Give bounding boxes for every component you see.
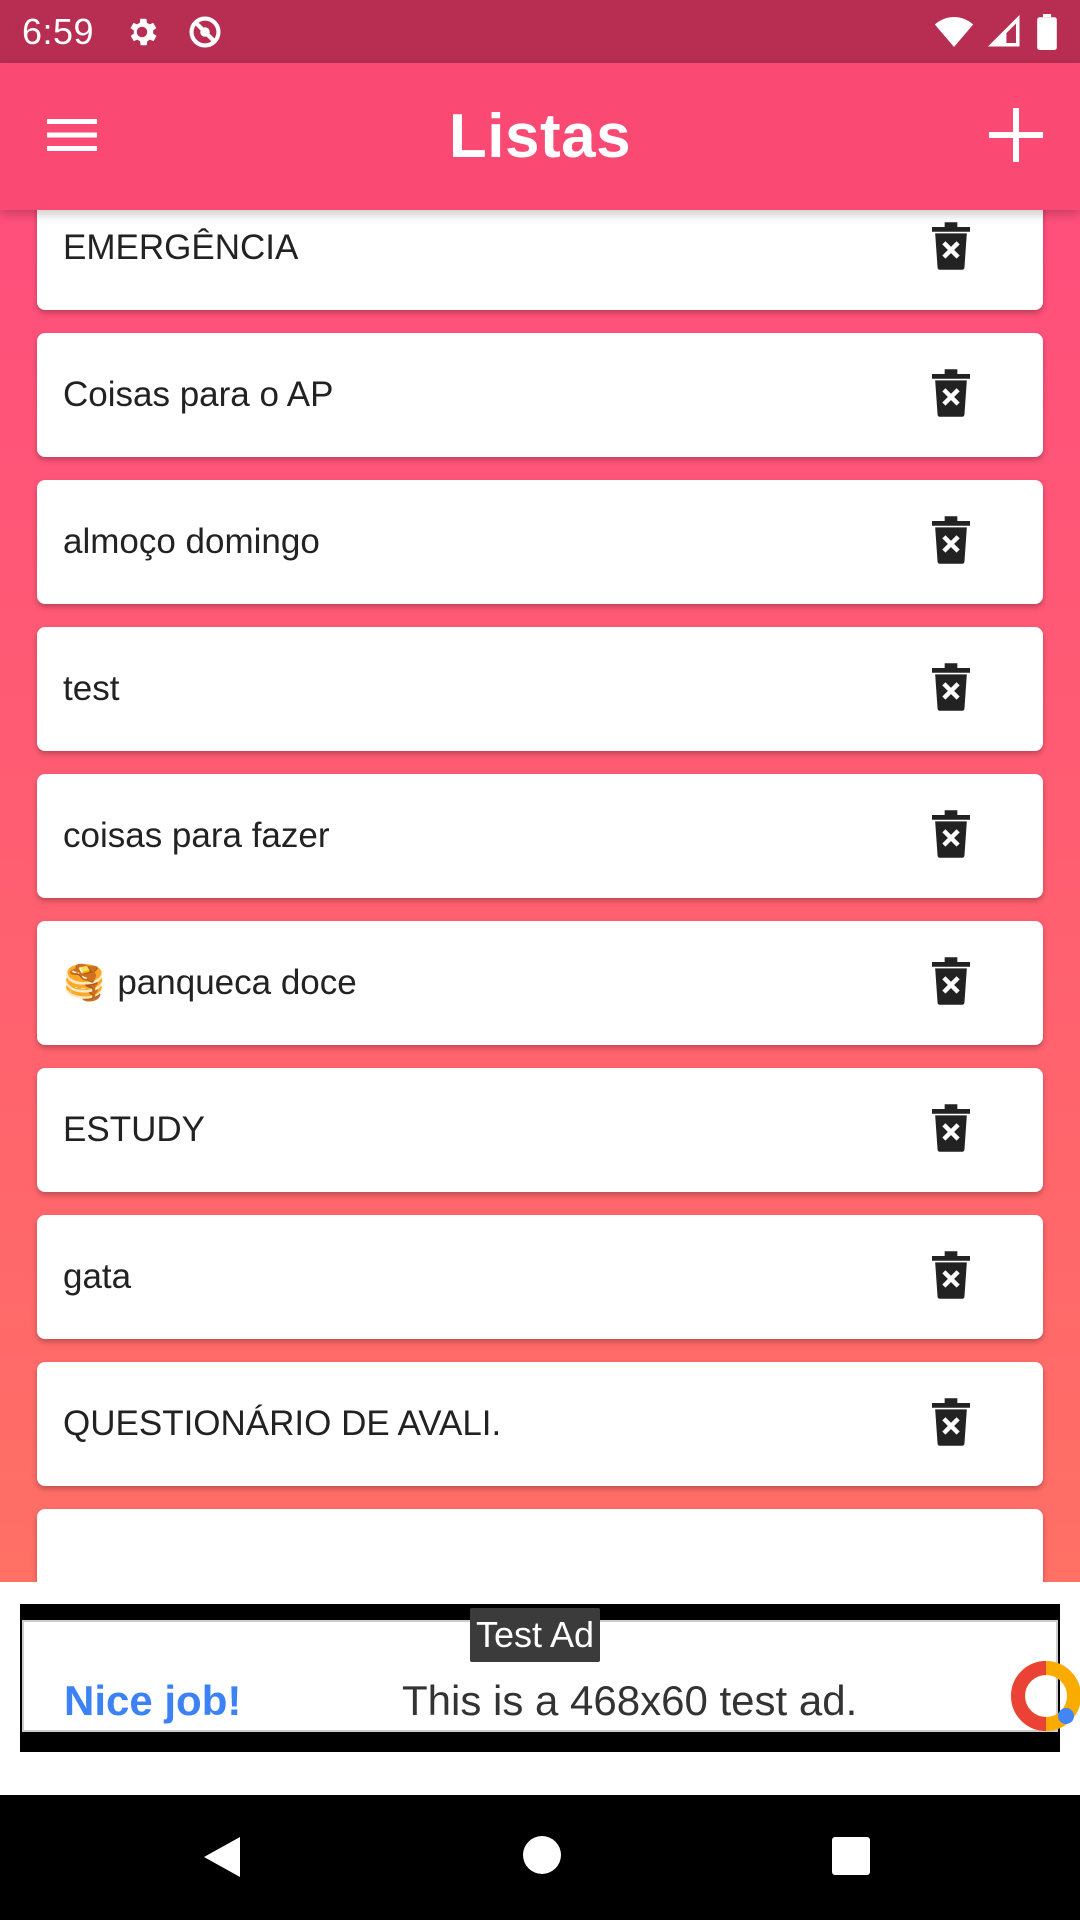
lists: EMERGÊNCIA Coisas para o AP almoço domin… xyxy=(37,210,1043,1582)
delete-icon xyxy=(932,662,970,716)
add-list-button[interactable] xyxy=(978,99,1054,175)
menu-button[interactable] xyxy=(36,101,108,173)
signal-icon xyxy=(988,14,1022,49)
delete-list-button[interactable] xyxy=(919,657,983,721)
pancake-emoji: 🥞 xyxy=(63,964,106,1002)
delete-list-button[interactable] xyxy=(919,216,983,280)
delete-icon xyxy=(932,1103,970,1157)
battery-icon xyxy=(1036,13,1058,50)
list-item[interactable]: Coisas para o AP xyxy=(37,333,1043,457)
page-title: Listas xyxy=(448,102,632,171)
list-item-label: panqueca doce xyxy=(117,963,357,1002)
delete-icon xyxy=(932,1397,970,1451)
hamburger-menu-icon xyxy=(47,117,97,158)
status-time: 6:59 xyxy=(22,10,95,52)
app-bar: Listas xyxy=(0,63,1080,210)
delete-icon xyxy=(932,221,970,275)
data-saver-icon xyxy=(186,13,224,51)
delete-list-button[interactable] xyxy=(919,804,983,868)
ad-logo-icon xyxy=(1006,1656,1080,1736)
delete-icon xyxy=(932,1250,970,1304)
list-item[interactable]: test xyxy=(37,627,1043,751)
list-item-label: EMERGÊNCIA xyxy=(63,228,299,267)
list-item-label: coisas para fazer xyxy=(63,816,330,855)
delete-icon xyxy=(932,809,970,863)
list-item[interactable]: EMERGÊNCIA xyxy=(37,210,1043,310)
list-item[interactable]: gata xyxy=(37,1215,1043,1339)
delete-list-button[interactable] xyxy=(919,1392,983,1456)
delete-icon xyxy=(932,956,970,1010)
lists-container: EMERGÊNCIA Coisas para o AP almoço domin… xyxy=(0,210,1080,1582)
list-item[interactable]: ESTUDY xyxy=(37,1068,1043,1192)
status-bar: 6:59 xyxy=(0,0,1080,63)
screen: 6:59 Listas EMERGÊNCIA Coisas para o AP … xyxy=(0,0,1080,1920)
list-item-label: ESTUDY xyxy=(63,1110,205,1149)
navigation-bar xyxy=(0,1795,1080,1920)
delete-list-button[interactable] xyxy=(919,1098,983,1162)
list-item[interactable]: coisas para fazer xyxy=(37,774,1043,898)
plus-icon xyxy=(989,107,1043,167)
list-item-label: Coisas para o AP xyxy=(63,375,334,414)
recents-icon[interactable] xyxy=(830,1835,872,1882)
list-item-label: gata xyxy=(63,1257,132,1296)
delete-icon xyxy=(932,368,970,422)
back-icon[interactable] xyxy=(200,1833,244,1886)
list-item-label: test xyxy=(63,669,120,708)
list-item[interactable]: QUESTIONÁRIO DE AVALI. xyxy=(37,1362,1043,1486)
settings-icon xyxy=(124,14,160,50)
delete-list-button[interactable] xyxy=(919,510,983,574)
list-item-label: almoço domingo xyxy=(63,522,320,561)
list-item[interactable]: almoço domingo xyxy=(37,480,1043,604)
list-item[interactable] xyxy=(37,1509,1043,1582)
home-icon[interactable] xyxy=(520,1833,564,1882)
list-item[interactable]: 🥞 panqueca doce xyxy=(37,921,1043,1045)
delete-list-button[interactable] xyxy=(919,951,983,1015)
ad-banner[interactable]: Test Ad Nice job! This is a 468x60 test … xyxy=(0,1582,1080,1795)
delete-list-button[interactable] xyxy=(919,363,983,427)
ad-body: This is a 468x60 test ad. xyxy=(402,1677,858,1724)
ad-headline: Nice job! xyxy=(64,1677,242,1724)
test-ad-badge: Test Ad xyxy=(470,1608,601,1662)
delete-icon xyxy=(932,515,970,569)
wifi-icon xyxy=(934,15,974,49)
delete-list-button[interactable] xyxy=(919,1245,983,1309)
list-item-label: QUESTIONÁRIO DE AVALI. xyxy=(63,1404,502,1443)
